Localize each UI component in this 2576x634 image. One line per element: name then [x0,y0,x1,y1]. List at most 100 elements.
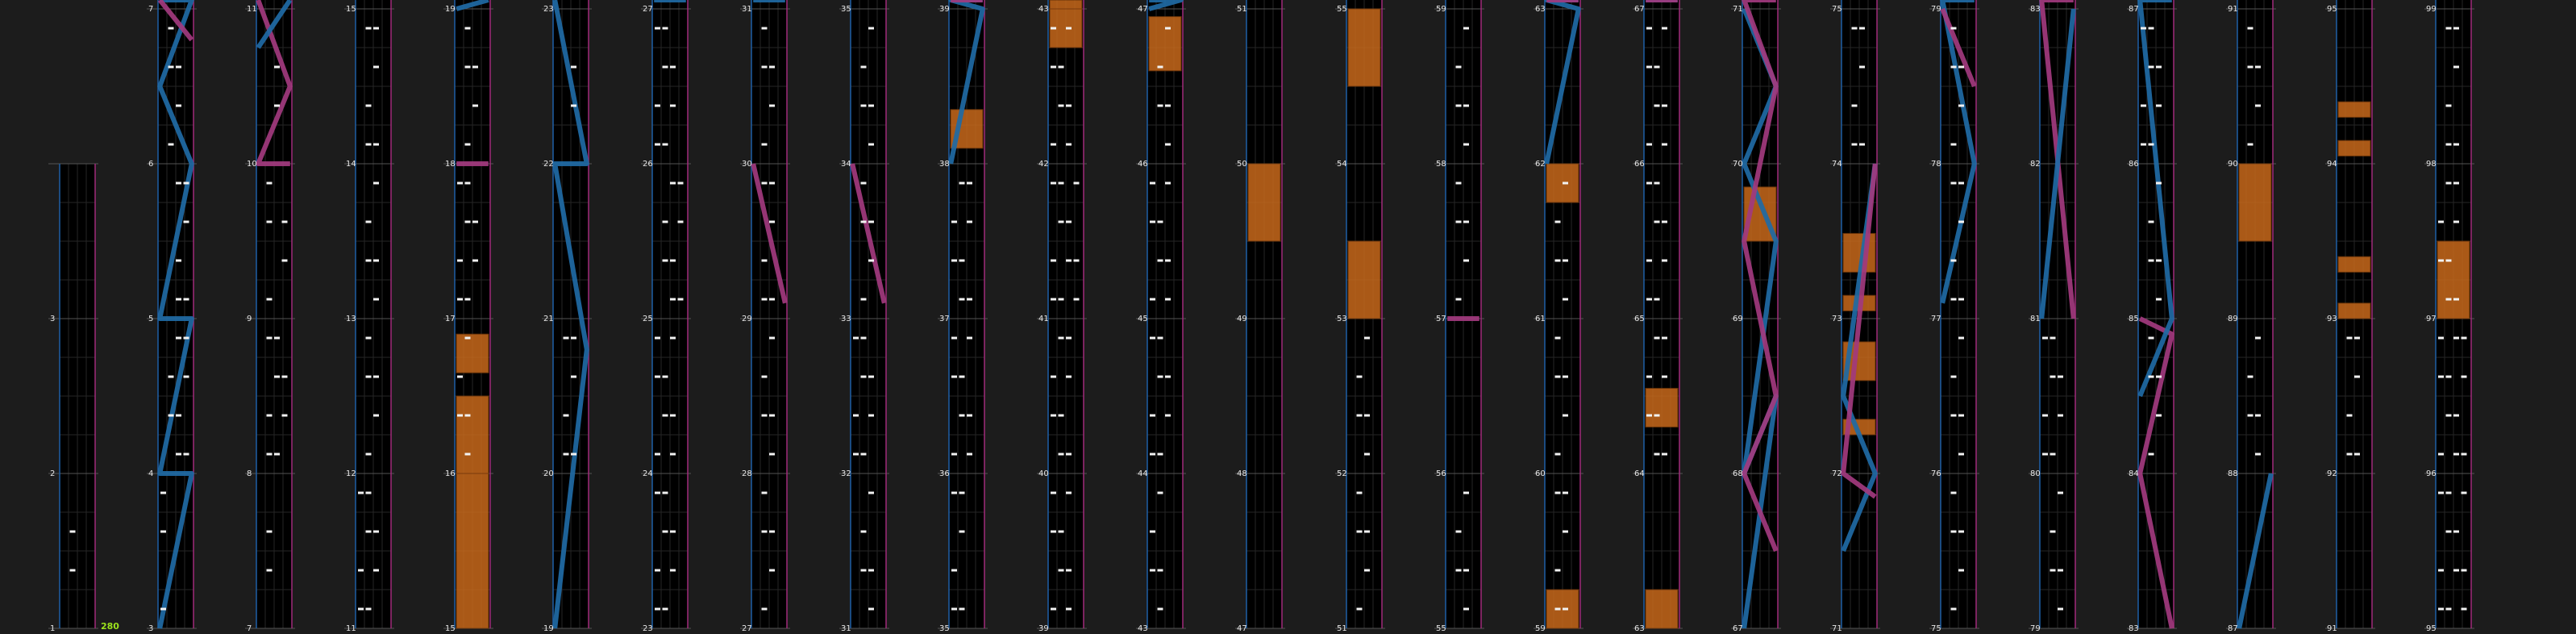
tap-note [160,491,166,494]
tap-note [1554,607,1561,611]
tap-note [1157,453,1163,456]
tap-note [266,530,273,533]
tap-note [2453,65,2459,69]
tap-note [1157,607,1163,611]
tap-note [183,298,189,301]
tap-note [2445,143,2452,146]
measure-number: 23 [543,5,554,14]
measure-number: 52 [1337,469,1347,478]
tap-note [373,259,379,262]
tap-note [1150,220,1155,223]
measure-number: 1 [50,624,55,633]
tap-note [2050,375,2056,378]
tap-note [1950,491,1957,494]
tap-note [457,181,463,185]
tap-note [281,375,288,378]
tap-note [662,530,668,533]
measure-number: 19 [445,5,456,14]
tap-note [951,607,957,611]
tap-note [1554,220,1561,223]
tap-note [563,336,569,340]
tap-note [1950,65,1957,69]
tap-note [2438,491,2444,494]
tap-note [868,607,874,611]
tap-note [563,453,569,456]
tap-note [655,27,660,30]
tap-note [1958,569,1964,572]
tap-note [1662,336,1667,340]
tap-note [655,336,660,340]
tap-note [1463,607,1469,611]
tap-note [1463,491,1469,494]
tap-note [860,220,867,223]
tap-note [2461,336,2467,340]
tap-note [2058,375,2063,378]
measure-number: 90 [2228,160,2238,169]
tap-note [358,607,364,611]
measure-number: 35 [841,5,851,14]
tap-note [274,375,280,378]
tap-note [1356,607,1363,611]
tap-note [860,298,867,301]
tap-note [1066,569,1072,572]
measure-number: 69 [1733,315,1743,323]
tap-note [769,530,775,533]
tap-note [951,220,957,223]
tap-note [1157,375,1163,378]
measure-number: 49 [1237,315,1247,323]
measure-number: 51 [1237,5,1247,14]
tap-note [967,220,972,223]
tap-note [373,181,379,185]
tap-note [1563,298,1568,301]
tap-note [373,298,379,301]
hold-note [1347,8,1381,87]
tap-note [2453,414,2459,417]
tap-note [1058,530,1064,533]
tap-note [1646,375,1652,378]
measure-number: 32 [841,469,851,478]
tap-note [2346,336,2353,340]
tap-note [168,143,174,146]
tap-note [365,607,372,611]
tap-note [176,453,181,456]
tap-note [1958,336,1964,340]
tap-note [2156,181,2162,185]
measure-number: 39 [1038,624,1049,633]
tap-note [2445,607,2452,611]
tap-note [769,65,775,69]
measure-number: 83 [2129,624,2139,633]
tap-note [1554,259,1561,262]
measure-number: 6 [148,160,153,169]
hold-note [1645,387,1679,428]
tap-note [1950,259,1957,262]
tap-note [464,453,471,456]
measure-number: 71 [1832,624,1842,633]
measure-number: 87 [2129,5,2139,14]
tap-note [959,414,965,417]
tap-note [959,491,965,494]
measure-number: 91 [2327,624,2337,633]
tap-note [2461,491,2467,494]
tap-note [1563,259,1568,262]
hold-note [1645,589,1679,629]
tap-note [571,375,576,378]
tap-note [1066,336,1072,340]
measure-number: 26 [643,160,653,169]
measure-number: 87 [2228,624,2238,633]
tap-note [2438,259,2444,262]
tap-note [2148,453,2154,456]
tap-note [464,27,471,30]
tap-note [2050,569,2056,572]
measure-number: 54 [1337,160,1347,169]
tap-note [2050,530,2056,533]
tap-note [1662,220,1667,223]
tap-note [464,298,471,301]
tap-note [951,569,957,572]
tap-note [1958,453,1964,456]
tap-note [662,375,668,378]
measure-number: 67 [1634,5,1645,14]
tap-note [2445,414,2452,417]
measure-number: 93 [2327,315,2337,323]
tap-note [769,453,775,456]
tap-note [868,491,874,494]
